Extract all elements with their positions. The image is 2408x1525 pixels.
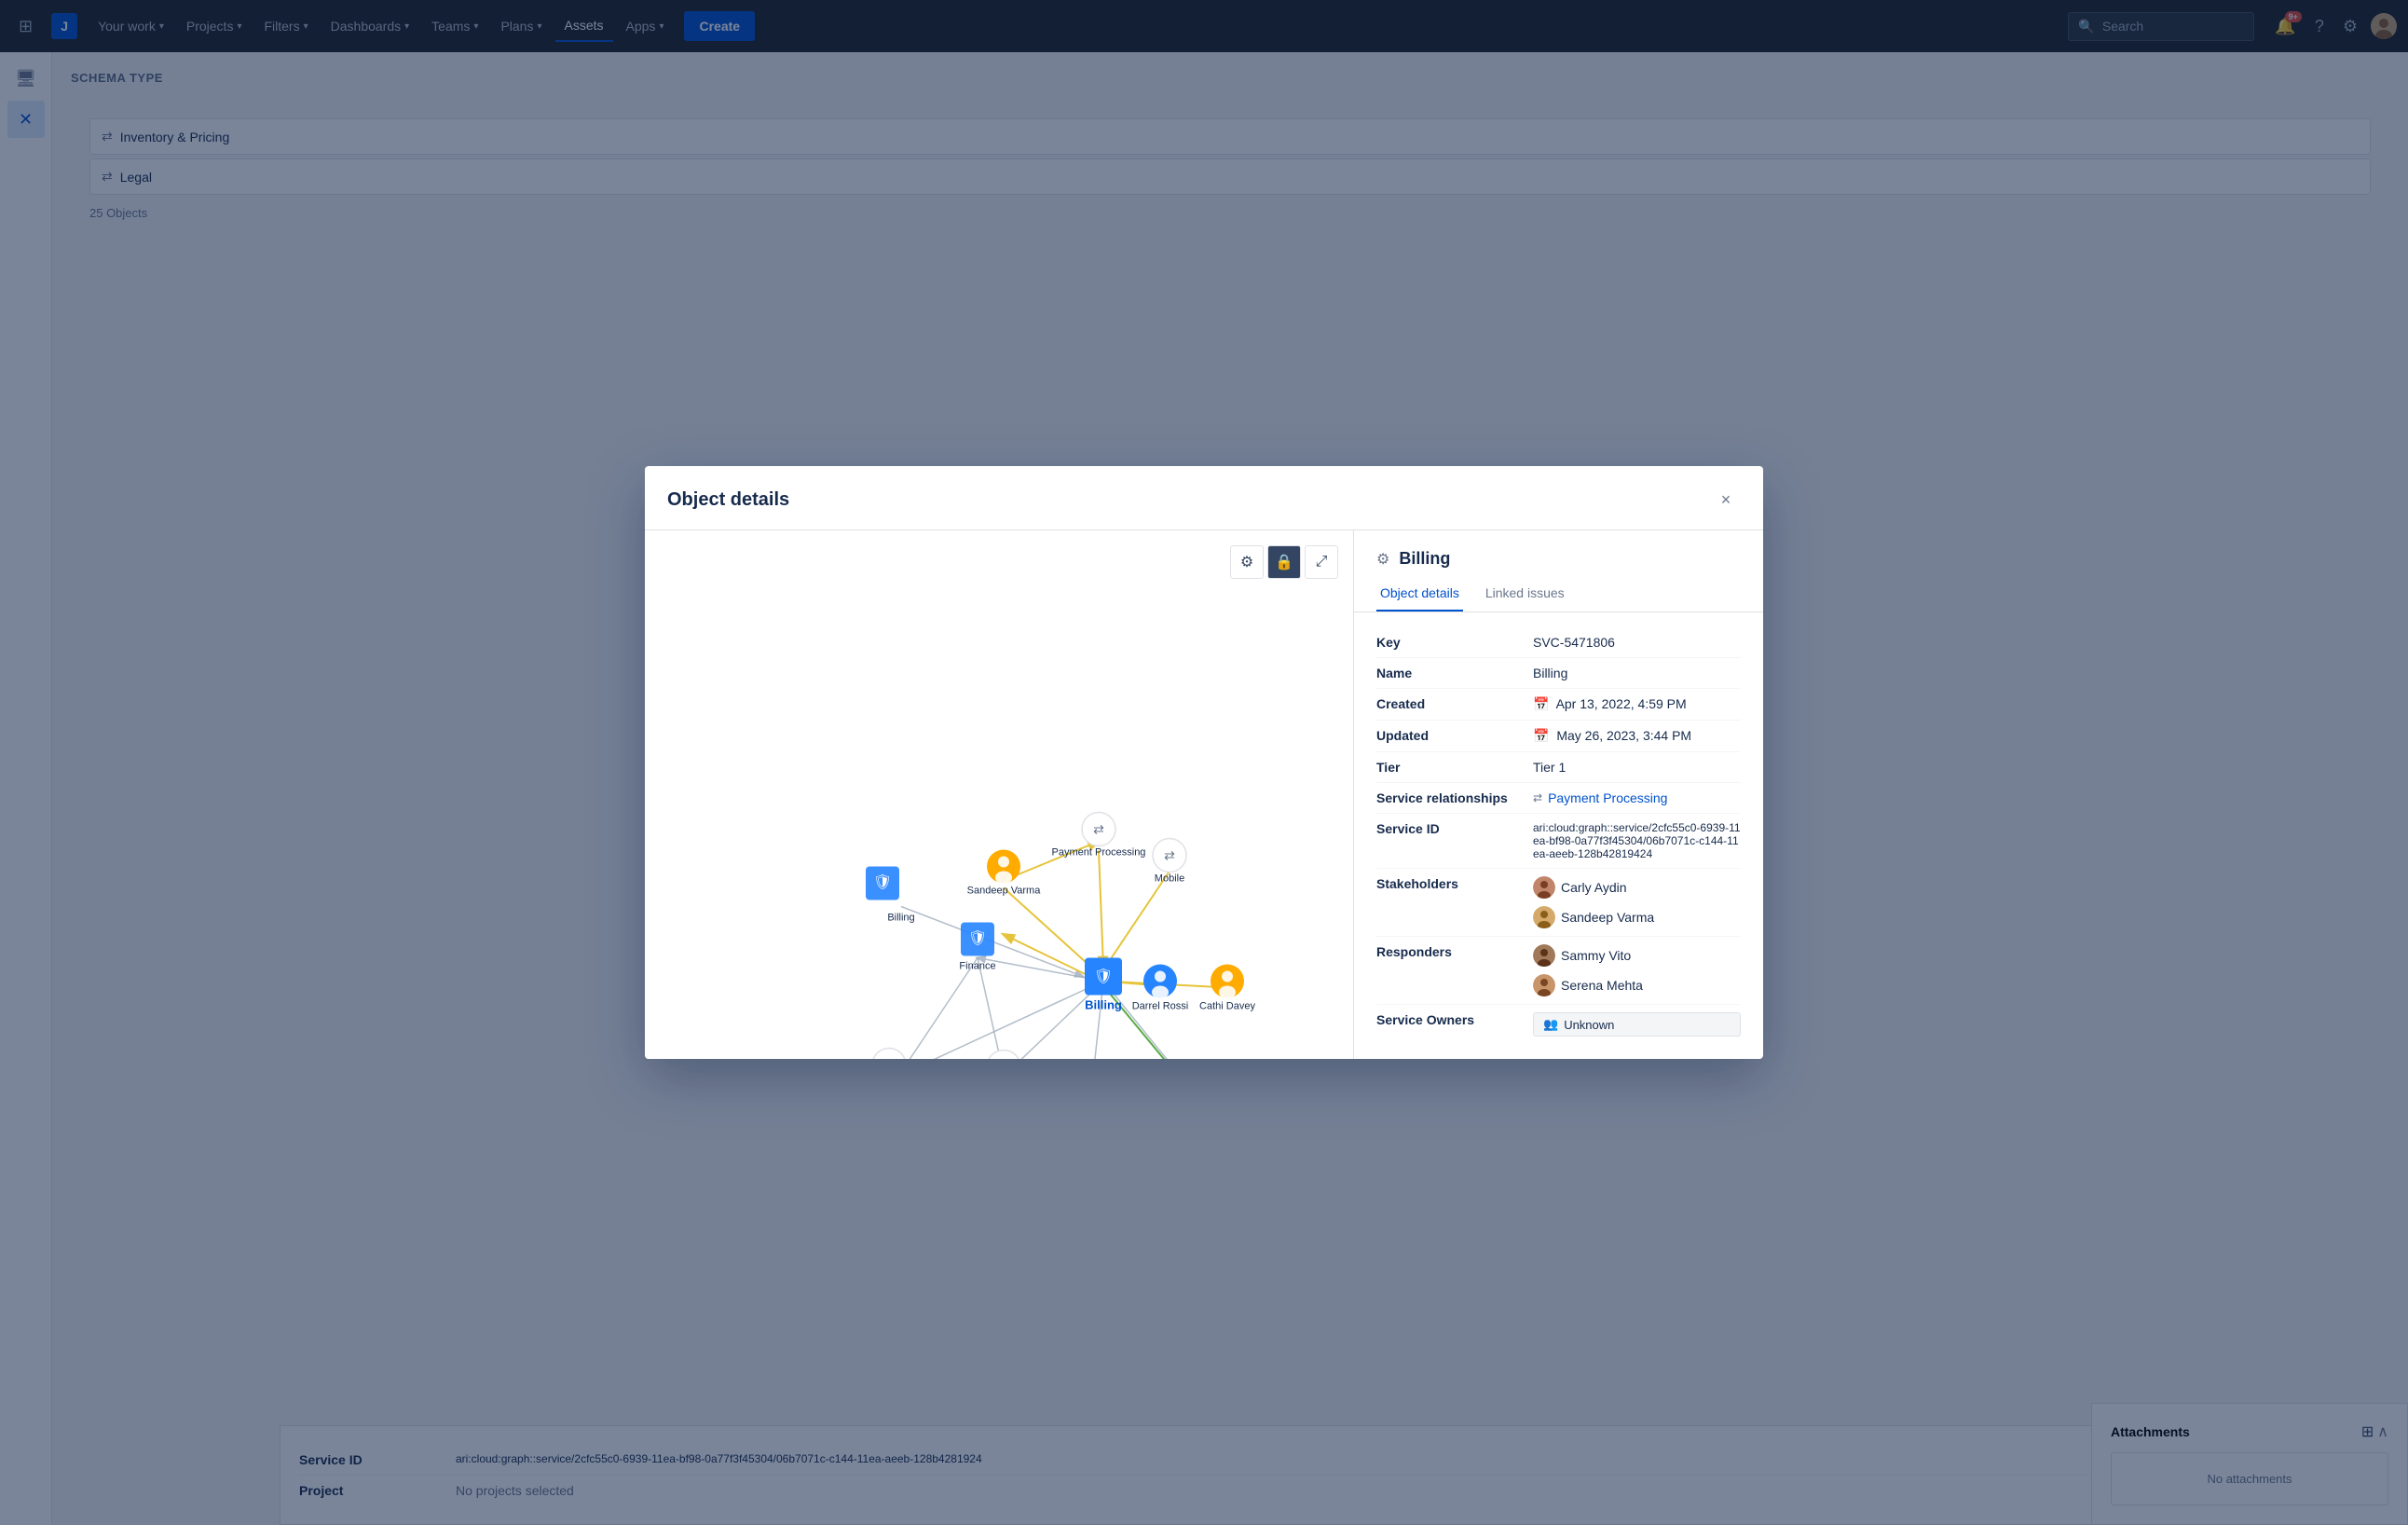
filter-button[interactable]: ⚙ bbox=[1230, 545, 1264, 579]
graph-panel: ⚙ 🔒 ⤢ bbox=[645, 530, 1353, 1059]
link-icon: ⇄ bbox=[1533, 791, 1542, 804]
expand-button[interactable]: ⤢ bbox=[1305, 545, 1338, 579]
row-updated: Updated 📅 May 26, 2023, 3:44 PM bbox=[1376, 721, 1741, 752]
stakeholder-sandeep: Sandeep Varma bbox=[1533, 906, 1654, 928]
node-payment: ⇄ bbox=[1082, 813, 1115, 846]
details-panel: ⚙ Billing Object details Linked issues K… bbox=[1353, 530, 1763, 1059]
modal-header: Object details × bbox=[645, 466, 1763, 530]
stakeholders-list: Carly Aydin Sandeep Varma bbox=[1533, 876, 1741, 928]
node-retail-pos: ⇄ bbox=[987, 1051, 1020, 1060]
modal-title: Object details bbox=[667, 489, 789, 511]
stakeholders-label: Stakeholders bbox=[1376, 876, 1526, 891]
modal-body: ⚙ 🔒 ⤢ bbox=[645, 530, 1763, 1059]
service-relationships-label: Service relationships bbox=[1376, 790, 1526, 805]
lock-button[interactable]: 🔒 bbox=[1267, 545, 1301, 579]
name-label: Name bbox=[1376, 666, 1526, 680]
tier-value: Tier 1 bbox=[1533, 760, 1741, 775]
network-graph: 🛡 Billing 🛡 Finance ⇄ Website bbox=[645, 530, 1353, 1059]
node-mobile-label: Mobile bbox=[1155, 873, 1184, 885]
row-created: Created 📅 Apr 13, 2022, 4:59 PM bbox=[1376, 689, 1741, 721]
tier-label: Tier bbox=[1376, 760, 1526, 775]
node-finance-label: Finance bbox=[959, 961, 995, 972]
avatar-sammy bbox=[1533, 944, 1555, 967]
updated-value: 📅 May 26, 2023, 3:44 PM bbox=[1533, 728, 1741, 744]
service-owners-value: 👥 Unknown bbox=[1533, 1012, 1741, 1037]
details-header: ⚙ Billing bbox=[1354, 530, 1763, 576]
node-website: ⇄ bbox=[872, 1049, 906, 1060]
row-name: Name Billing bbox=[1376, 658, 1741, 689]
service-id-label: Service ID bbox=[1376, 821, 1526, 836]
row-tier: Tier Tier 1 bbox=[1376, 752, 1741, 783]
node-billing-left-label: Billing bbox=[887, 913, 914, 924]
row-service-owners: Service Owners 👥 Unknown bbox=[1376, 1005, 1741, 1044]
node-sandeep-label: Sandeep Varma bbox=[967, 886, 1042, 897]
unknown-badge: 👥 Unknown bbox=[1533, 1012, 1741, 1037]
object-details-modal: Object details × ⚙ 🔒 ⤢ bbox=[645, 466, 1763, 1059]
row-responders: Responders Sammy Vito bbox=[1376, 937, 1741, 1005]
key-value: SVC-5471806 bbox=[1533, 635, 1741, 650]
updated-label: Updated bbox=[1376, 728, 1526, 743]
modal-close-button[interactable]: × bbox=[1711, 485, 1741, 515]
svg-text:⇄: ⇄ bbox=[1164, 848, 1175, 863]
details-icon: ⚙ bbox=[1376, 550, 1389, 569]
graph-toolbar: ⚙ 🔒 ⤢ bbox=[1230, 545, 1338, 579]
key-label: Key bbox=[1376, 635, 1526, 650]
row-key: Key SVC-5471806 bbox=[1376, 627, 1741, 658]
name-value: Billing bbox=[1533, 666, 1741, 680]
node-mobile: ⇄ bbox=[1153, 839, 1186, 872]
team-icon: 👥 bbox=[1543, 1017, 1558, 1032]
stakeholder-carly: Carly Aydin bbox=[1533, 876, 1627, 899]
svg-text:🛡: 🛡 bbox=[873, 874, 892, 891]
node-darrel-label: Darrel Rossi bbox=[1132, 1001, 1189, 1012]
svg-text:🛡: 🛡 bbox=[968, 930, 987, 947]
tab-object-details[interactable]: Object details bbox=[1376, 576, 1463, 611]
row-stakeholders: Stakeholders Carly Aydin bbox=[1376, 869, 1741, 937]
responder-sammy: Sammy Vito bbox=[1533, 944, 1631, 967]
avatar-sandeep bbox=[1533, 906, 1555, 928]
modal-overlay[interactable]: Object details × ⚙ 🔒 ⤢ bbox=[0, 0, 2408, 1525]
avatar-carly bbox=[1533, 876, 1555, 899]
node-payment-label: Payment Processing bbox=[1052, 847, 1146, 859]
row-service-id: Service ID ari:cloud:graph::service/2cfc… bbox=[1376, 814, 1741, 869]
svg-text:⇄: ⇄ bbox=[883, 1058, 895, 1060]
svg-text:⇄: ⇄ bbox=[1093, 822, 1104, 837]
svg-text:🛡: 🛡 bbox=[1094, 969, 1113, 985]
node-billing-center: 🛡 bbox=[1085, 958, 1122, 996]
responders-list: Sammy Vito Serena Mehta bbox=[1533, 944, 1741, 996]
node-cathi-label: Cathi Davey bbox=[1199, 1001, 1255, 1012]
node-finance: 🛡 bbox=[961, 923, 994, 956]
row-service-relationships: Service relationships ⇄ Payment Processi… bbox=[1376, 783, 1741, 814]
node-billing-center-label: Billing bbox=[1085, 998, 1122, 1012]
details-tabs: Object details Linked issues bbox=[1354, 576, 1763, 612]
responders-label: Responders bbox=[1376, 944, 1526, 959]
created-label: Created bbox=[1376, 696, 1526, 711]
tab-linked-issues[interactable]: Linked issues bbox=[1482, 576, 1568, 611]
service-owners-label: Service Owners bbox=[1376, 1012, 1526, 1027]
node-sandeep bbox=[987, 850, 1020, 885]
created-value: 📅 Apr 13, 2022, 4:59 PM bbox=[1533, 696, 1741, 712]
node-billing-left: 🛡 bbox=[866, 867, 899, 900]
node-darrel bbox=[1143, 965, 1177, 999]
calendar-icon: 📅 bbox=[1533, 728, 1549, 743]
service-relationships-value[interactable]: ⇄ Payment Processing bbox=[1533, 790, 1741, 805]
node-cathi bbox=[1211, 965, 1244, 999]
calendar-icon: 📅 bbox=[1533, 696, 1549, 711]
details-content: Key SVC-5471806 Name Billing Created 📅 A… bbox=[1354, 612, 1763, 1059]
service-id-value: ari:cloud:graph::service/2cfc55c0-6939-1… bbox=[1533, 821, 1741, 860]
responder-serena: Serena Mehta bbox=[1533, 974, 1643, 996]
avatar-serena bbox=[1533, 974, 1555, 996]
details-title: Billing bbox=[1399, 549, 1450, 569]
